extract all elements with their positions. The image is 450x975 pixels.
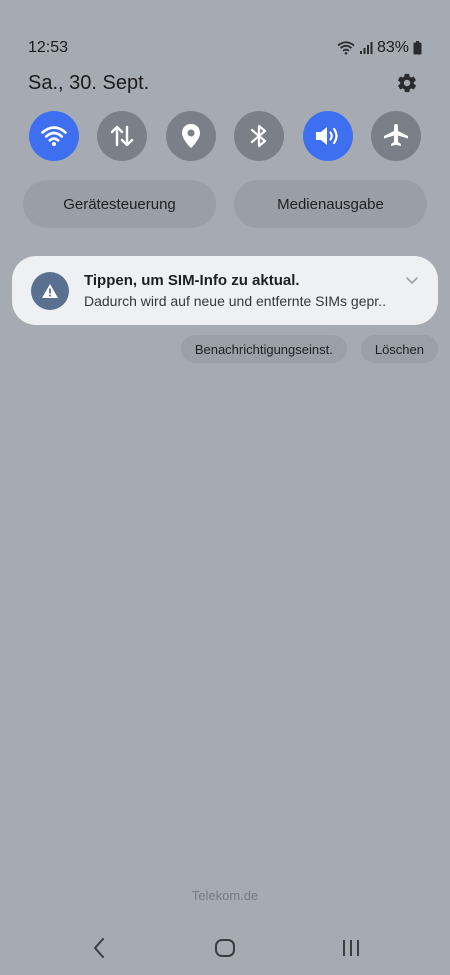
status-icons: 83% <box>337 39 422 57</box>
airplane-icon <box>383 123 409 149</box>
location-toggle[interactable] <box>165 111 216 161</box>
recents-icon[interactable] <box>336 933 366 963</box>
notification-settings-button[interactable]: Benachrichtigungseinst. <box>180 335 347 363</box>
back-icon[interactable] <box>84 933 114 963</box>
header-row: Sa., 30. Sept. <box>28 68 420 98</box>
warning-icon <box>31 272 69 310</box>
airplane-toggle[interactable] <box>370 111 421 161</box>
wifi-toggle[interactable] <box>29 111 79 161</box>
battery-icon <box>413 41 422 55</box>
status-time: 12:53 <box>28 39 69 56</box>
bluetooth-icon <box>249 123 269 149</box>
status-bar: 12:53 83% <box>28 36 422 60</box>
sound-toggle[interactable] <box>302 111 353 161</box>
notification-title: Tippen, um SIM-Info zu aktual. <box>84 272 300 289</box>
date-label: Sa., 30. Sept. <box>28 71 150 94</box>
gear-icon[interactable] <box>394 70 420 96</box>
sim-notification-card[interactable]: Tippen, um SIM-Info zu aktual. Dadurch w… <box>12 256 438 325</box>
chevron-down-icon[interactable] <box>404 272 420 288</box>
bluetooth-toggle[interactable] <box>234 111 285 161</box>
data-arrows-icon <box>109 124 135 148</box>
media-output-button[interactable]: Medienausgabe <box>234 180 427 228</box>
signal-icon <box>359 41 373 55</box>
control-pills: Gerätesteuerung Medienausgabe <box>23 180 427 228</box>
carrier-label: Telekom.de <box>191 888 259 903</box>
device-control-button[interactable]: Gerätesteuerung <box>23 180 216 228</box>
wifi-icon <box>41 125 67 147</box>
volume-icon <box>314 124 342 148</box>
location-pin-icon <box>180 123 202 149</box>
home-icon[interactable] <box>210 933 240 963</box>
clear-button[interactable]: Löschen <box>360 335 438 363</box>
wifi-icon <box>337 41 355 55</box>
quick-toggles <box>29 111 421 161</box>
notification-actions: Benachrichtigungseinst. Löschen <box>180 335 438 363</box>
navigation-bar <box>0 933 450 963</box>
battery-percent: 83% <box>376 39 409 56</box>
mobile-data-toggle[interactable] <box>97 111 148 161</box>
notification-text: Dadurch wird auf neue und entfernte SIMs… <box>84 293 386 309</box>
